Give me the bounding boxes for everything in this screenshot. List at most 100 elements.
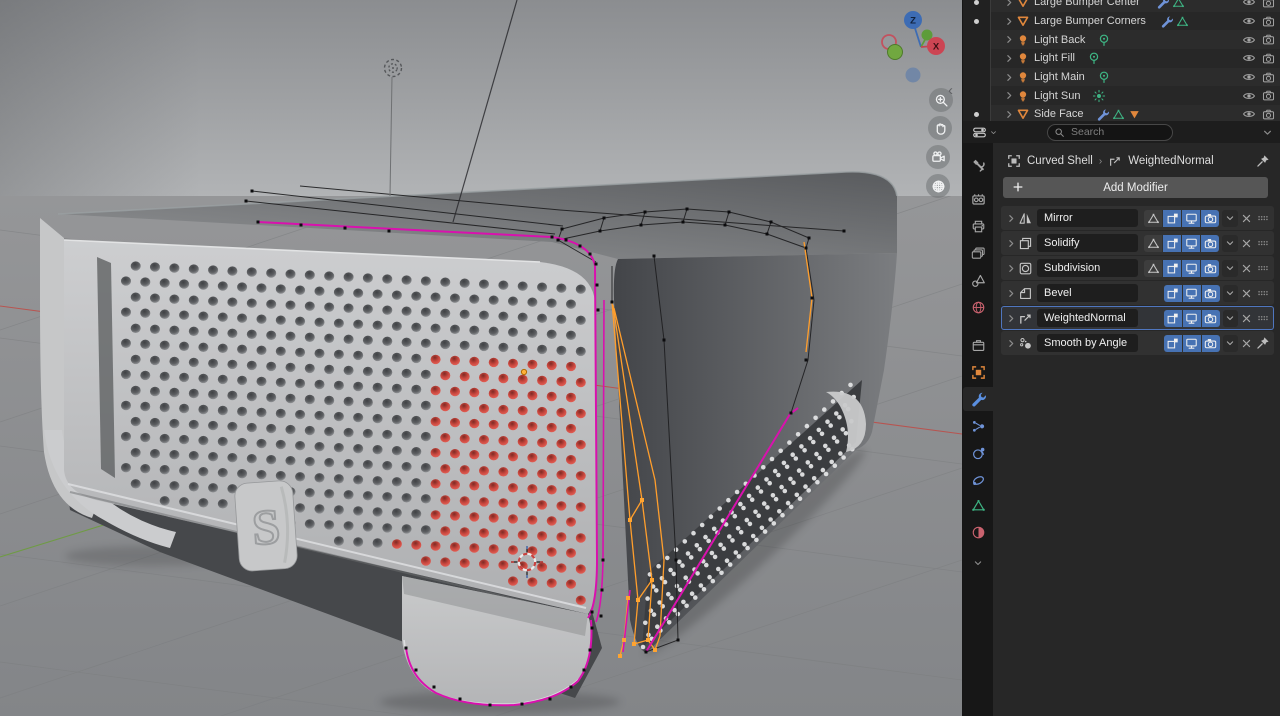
expand-icon[interactable]	[1005, 212, 1018, 225]
display-edit-mode-button[interactable]	[1163, 309, 1182, 327]
hide-eye-icon[interactable]	[1242, 14, 1256, 28]
navigation-gizmo[interactable]: Z X	[872, 0, 962, 90]
drag-handle-icon[interactable]	[1256, 310, 1270, 327]
display-realtime-button[interactable]	[1182, 334, 1201, 352]
modifier-panel-smooth-by-angle[interactable]: Smooth by Angle	[1001, 331, 1274, 355]
tab-render[interactable]	[963, 187, 993, 211]
gizmo-axis-neg-z[interactable]	[905, 67, 921, 83]
tab-scene[interactable]	[963, 268, 993, 292]
expand-icon[interactable]	[1003, 52, 1016, 65]
disable-render-icon[interactable]	[1262, 15, 1275, 28]
display-edit-mode-button[interactable]	[1163, 209, 1182, 227]
instance-icon[interactable]	[1128, 108, 1141, 121]
tab-particles[interactable]	[963, 414, 993, 438]
tab-collection[interactable]	[963, 333, 993, 357]
tab-object-data[interactable]	[963, 493, 993, 517]
tab-tool[interactable]	[963, 153, 993, 177]
display-realtime-button[interactable]	[1182, 284, 1201, 302]
modifier-panel-weighted-normal[interactable]: WeightedNormal	[1001, 306, 1274, 330]
display-edit-mode-button[interactable]	[1163, 234, 1182, 252]
sidebar-collapse-handle[interactable]: ‹	[948, 83, 953, 98]
delete-modifier-button[interactable]	[1240, 235, 1254, 252]
tab-overflow-chevron[interactable]	[963, 551, 993, 575]
outliner-row[interactable]: Large Bumper Corners	[991, 11, 1280, 31]
outliner-row[interactable]: Light Back	[991, 30, 1280, 50]
modifier-wrench-icon[interactable]	[1156, 0, 1169, 9]
drag-handle-icon[interactable]	[1256, 260, 1270, 277]
header-options-chevron-icon[interactable]	[1261, 126, 1274, 139]
display-render-button[interactable]	[1201, 309, 1220, 327]
hide-eye-icon[interactable]	[1242, 89, 1256, 103]
modifier-wrench-icon[interactable]	[1160, 15, 1173, 28]
expand-icon[interactable]	[1003, 33, 1016, 46]
display-edit-mode-button[interactable]	[1163, 334, 1182, 352]
tab-object[interactable]	[963, 360, 993, 384]
extras-menu-button[interactable]	[1222, 309, 1238, 327]
modifier-name-field[interactable]: Smooth by Angle	[1037, 334, 1138, 352]
drag-handle-icon[interactable]	[1256, 285, 1270, 302]
extras-menu-button[interactable]	[1222, 209, 1238, 227]
hide-eye-icon[interactable]	[1242, 51, 1256, 65]
display-on-cage-button[interactable]	[1144, 209, 1163, 227]
expand-icon[interactable]	[1005, 337, 1018, 350]
expand-icon[interactable]	[1005, 237, 1018, 250]
expand-icon[interactable]	[1003, 0, 1016, 9]
display-render-button[interactable]	[1201, 284, 1220, 302]
modifier-name-field[interactable]: Solidify	[1037, 234, 1139, 252]
search-box[interactable]	[1047, 123, 1173, 141]
disable-render-icon[interactable]	[1262, 108, 1275, 121]
mesh-data-icon[interactable]	[1112, 108, 1125, 121]
drag-handle-icon[interactable]	[1256, 235, 1270, 252]
modifier-name-field[interactable]: Mirror	[1037, 209, 1139, 227]
display-on-cage-button[interactable]	[1144, 234, 1163, 252]
modifier-panel-mirror[interactable]: Mirror	[1001, 206, 1274, 230]
expand-icon[interactable]	[1005, 262, 1018, 275]
point-light-data-icon[interactable]	[1087, 51, 1101, 65]
pin-icon[interactable]	[1256, 335, 1270, 352]
display-render-button[interactable]	[1201, 334, 1220, 352]
modifier-name-field[interactable]: WeightedNormal	[1037, 309, 1138, 327]
tab-modifiers[interactable]	[963, 387, 993, 411]
modifier-panel-bevel[interactable]: Bevel	[1001, 281, 1274, 305]
outliner-row[interactable]: Light Sun	[991, 86, 1280, 106]
modifier-panel-solidify[interactable]: Solidify	[1001, 231, 1274, 255]
delete-modifier-button[interactable]	[1240, 310, 1254, 327]
breadcrumb-modifier[interactable]: WeightedNormal	[1128, 155, 1213, 167]
gizmo-axis-neg-y[interactable]	[887, 44, 903, 60]
expand-icon[interactable]	[1005, 287, 1018, 300]
outliner-row[interactable]: Light Fill	[991, 49, 1280, 68]
delete-modifier-button[interactable]	[1240, 260, 1254, 277]
modifier-panel-subdivision[interactable]: Subdivision	[1001, 256, 1274, 280]
display-edit-mode-button[interactable]	[1163, 259, 1182, 277]
display-realtime-button[interactable]	[1182, 234, 1201, 252]
extras-menu-button[interactable]	[1222, 334, 1238, 352]
modifier-name-field[interactable]: Subdivision	[1037, 259, 1139, 277]
disable-render-icon[interactable]	[1262, 33, 1275, 46]
tab-world[interactable]	[963, 295, 993, 319]
expand-icon[interactable]	[1003, 89, 1016, 102]
3d-viewport[interactable]: S Z X ‹	[0, 0, 962, 716]
tab-output[interactable]	[963, 214, 993, 238]
hide-eye-icon[interactable]	[1242, 0, 1256, 9]
mesh-data-icon[interactable]	[1176, 15, 1189, 28]
point-light-data-icon[interactable]	[1097, 33, 1111, 47]
disable-render-icon[interactable]	[1262, 0, 1275, 9]
display-on-cage-button[interactable]	[1144, 259, 1163, 277]
hide-eye-icon[interactable]	[1242, 70, 1256, 84]
disable-render-icon[interactable]	[1262, 52, 1275, 65]
pan-button[interactable]	[928, 116, 952, 140]
display-render-button[interactable]	[1201, 234, 1220, 252]
expand-icon[interactable]	[1003, 15, 1016, 28]
modifier-wrench-icon[interactable]	[1096, 108, 1109, 121]
outliner-row[interactable]: Large Bumper Center	[991, 0, 1280, 12]
add-modifier-button[interactable]: Add Modifier	[1003, 177, 1268, 198]
modifier-name-field[interactable]: Bevel	[1037, 284, 1138, 302]
drag-handle-icon[interactable]	[1256, 210, 1270, 227]
delete-modifier-button[interactable]	[1240, 335, 1254, 352]
extras-menu-button[interactable]	[1222, 284, 1238, 302]
extras-menu-button[interactable]	[1222, 234, 1238, 252]
delete-modifier-button[interactable]	[1240, 285, 1254, 302]
pin-icon[interactable]	[1256, 154, 1270, 168]
display-realtime-button[interactable]	[1182, 259, 1201, 277]
point-light-data-icon[interactable]	[1097, 70, 1111, 84]
